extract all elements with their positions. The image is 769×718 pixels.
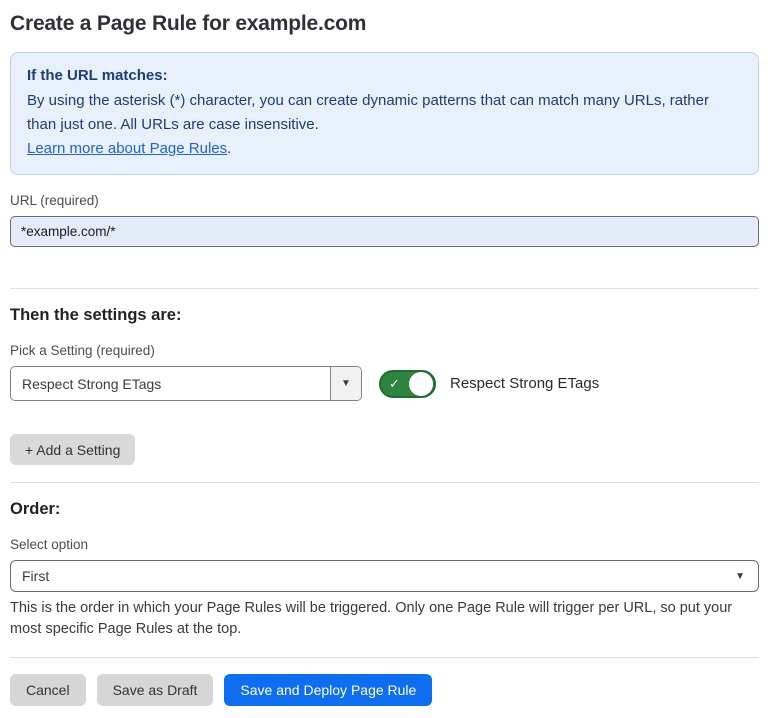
info-box-body: By using the asterisk (*) character, you… <box>27 89 742 137</box>
add-setting-button[interactable]: + Add a Setting <box>10 434 135 465</box>
setting-toggle[interactable]: ✓ <box>379 370 436 398</box>
create-page-rule-form: Create a Page Rule for example.com If th… <box>0 0 769 706</box>
cancel-button[interactable]: Cancel <box>10 674 86 706</box>
url-input[interactable] <box>10 216 759 247</box>
order-select-label: Select option <box>10 537 759 552</box>
chevron-down-icon: ▼ <box>735 571 745 582</box>
url-matches-info-box: If the URL matches: By using the asteris… <box>10 52 759 175</box>
order-help-text: This is the order in which your Page Rul… <box>10 598 755 640</box>
setting-toggle-label: Respect Strong ETags <box>450 375 599 392</box>
url-field-label: URL (required) <box>10 193 759 208</box>
save-draft-button[interactable]: Save as Draft <box>97 674 214 706</box>
divider <box>10 482 759 483</box>
settings-section-heading: Then the settings are: <box>10 306 759 325</box>
link-period: . <box>227 140 231 157</box>
order-section-heading: Order: <box>10 500 759 519</box>
pick-setting-label: Pick a Setting (required) <box>10 343 759 358</box>
page-title: Create a Page Rule for example.com <box>10 12 759 36</box>
divider <box>10 288 759 289</box>
setting-dropdown[interactable]: Respect Strong ETags ▼ <box>10 366 362 401</box>
setting-row: Respect Strong ETags ▼ ✓ Respect Strong … <box>10 366 759 401</box>
learn-more-link[interactable]: Learn more about Page Rules <box>27 140 227 157</box>
order-select-value: First <box>22 568 49 584</box>
info-box-link-line: Learn more about Page Rules. <box>27 137 742 161</box>
chevron-down-icon[interactable]: ▼ <box>330 367 361 400</box>
divider <box>10 657 759 658</box>
order-select[interactable]: First ▼ <box>10 560 759 592</box>
save-deploy-button[interactable]: Save and Deploy Page Rule <box>224 674 432 706</box>
footer-button-row: Cancel Save as Draft Save and Deploy Pag… <box>10 674 759 706</box>
toggle-knob <box>409 372 433 396</box>
checkmark-icon: ✓ <box>389 376 400 392</box>
setting-dropdown-value: Respect Strong ETags <box>11 367 330 400</box>
info-box-heading: If the URL matches: <box>27 64 742 88</box>
